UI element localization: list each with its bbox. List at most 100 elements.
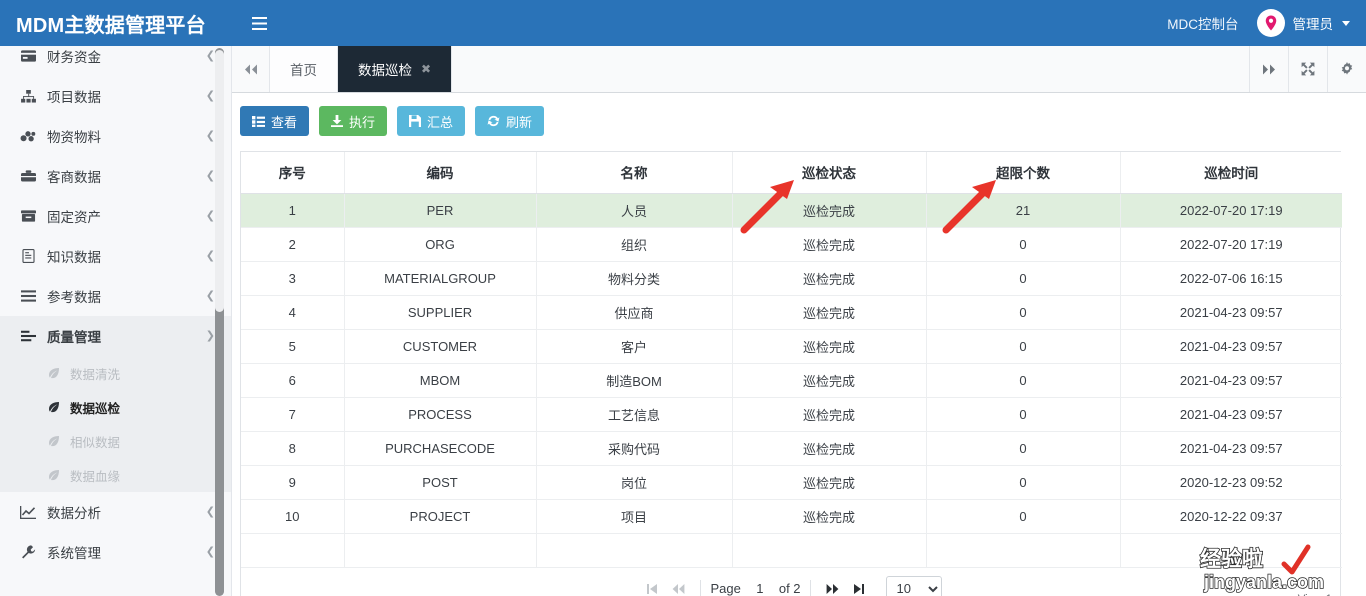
table-row[interactable]: 3 MATERIALGROUP 物料分类 巡检完成 0 2022-07-06 1… [241, 261, 1342, 296]
page-size-select[interactable]: 10 20 50 100 [885, 575, 942, 596]
table-row[interactable]: 1 PER 人员 巡检完成 21 2022-07-20 17:19 [241, 193, 1342, 228]
sidebar-item-caiwuzijin[interactable]: 财务资金 ❮ [0, 46, 231, 76]
mdc-console-link[interactable]: MDC控制台 [1167, 13, 1238, 33]
view-button[interactable]: 查看 [240, 106, 310, 136]
save-icon [409, 115, 422, 127]
table-row[interactable]: 5 CUSTOMER 客户 巡检完成 0 2021-04-23 09:57 [241, 329, 1342, 364]
page-first-icon[interactable] [639, 576, 665, 596]
sidebar-item-shujufenxi[interactable]: 数据分析 ❮ [0, 492, 231, 532]
button-label: 执行 [349, 114, 376, 130]
credit-card-icon [18, 50, 38, 62]
cell-over: 0 [926, 295, 1121, 330]
sidebar-item-label: 质量管理 [47, 330, 101, 345]
sidebar-subitem-shujuxueyuan[interactable]: 数据血缘 [0, 458, 231, 492]
cell-time: 2022-07-20 17:19 [1120, 227, 1342, 262]
button-label: 刷新 [506, 114, 533, 130]
page-input[interactable] [742, 577, 777, 596]
hamburger-icon[interactable] [246, 8, 272, 38]
user-menu[interactable]: 管理员 [1256, 9, 1350, 37]
cubes-icon [18, 130, 38, 143]
cell-over: 0 [926, 363, 1121, 398]
wrench-icon [18, 545, 38, 559]
archive-icon [18, 210, 38, 222]
sidebar-item-zhiliangguanli[interactable]: 质量管理 ❯ [0, 316, 231, 356]
cell-code: MATERIALGROUP [344, 261, 537, 296]
cell-no: 5 [241, 329, 345, 364]
user-name: 管理员 [1292, 17, 1334, 32]
execute-button[interactable]: 执行 [319, 106, 388, 136]
cell-over: 0 [926, 261, 1121, 296]
gear-icon[interactable] [1327, 46, 1366, 92]
brand: MDM主数据管理平台 [0, 0, 232, 46]
sidebar-item-xiangmushuju[interactable]: 项目数据 ❮ [0, 76, 231, 116]
column-header-xunjianshijian[interactable]: 巡检时间 [1120, 152, 1342, 194]
inspection-grid: 序号 编码 名称 巡检状态 超限个数 巡检时间 1 PER 人员 巡检完成 21 [240, 151, 1342, 596]
tab-label: 首页 [290, 63, 317, 78]
column-header-mingcheng[interactable]: 名称 [536, 152, 733, 194]
tab-shouye[interactable]: 首页 [270, 46, 338, 92]
table-row[interactable]: 4 SUPPLIER 供应商 巡检完成 0 2021-04-23 09:57 [241, 295, 1342, 330]
column-header-xunjianzhuangtai[interactable]: 巡检状态 [732, 152, 927, 194]
cell-name: 项目 [536, 499, 733, 534]
cell-status: 巡检完成 [732, 227, 927, 262]
chart-line-icon [18, 505, 38, 519]
close-icon[interactable]: ✖ [421, 62, 431, 76]
tab-scroll-container: 首页 数据巡检 ✖ [270, 46, 1249, 92]
sidebar-item-xitongguanli[interactable]: 系统管理 ❮ [0, 532, 231, 572]
table-filler-row [241, 533, 1342, 568]
page-next-icon[interactable] [820, 576, 846, 596]
cell-over: 0 [926, 397, 1121, 432]
table-row[interactable]: 8 PURCHASECODE 采购代码 巡检完成 0 2021-04-23 09… [241, 431, 1342, 466]
sidebar-scrollbar-thumb[interactable] [215, 50, 224, 312]
table-row[interactable]: 10 PROJECT 项目 巡检完成 0 2020-12-22 09:37 [241, 499, 1342, 534]
sidebar-item-keshangshuju[interactable]: 客商数据 ❮ [0, 156, 231, 196]
summary-button[interactable]: 汇总 [397, 106, 466, 136]
sidebar-subitem-label: 数据血缘 [70, 469, 121, 484]
double-chevron-left-icon[interactable] [232, 46, 270, 92]
expand-arrows-icon[interactable] [1288, 46, 1327, 92]
sidebar-item-zhishishuju[interactable]: 知识数据 ❮ [0, 236, 231, 276]
cell-code: PURCHASECODE [344, 431, 537, 466]
page-prev-icon[interactable] [665, 576, 691, 596]
sidebar-item-label: 客商数据 [47, 170, 101, 185]
sidebar-item-gudingzichan[interactable]: 固定资产 ❮ [0, 196, 231, 236]
leaf-icon [46, 367, 62, 379]
column-header-bianma[interactable]: 编码 [344, 152, 537, 194]
button-label: 汇总 [427, 114, 454, 130]
double-chevron-right-icon[interactable] [1249, 46, 1288, 92]
cell-name: 采购代码 [536, 431, 733, 466]
sidebar-item-cankaoshuju[interactable]: 参考数据 ❮ [0, 276, 231, 316]
refresh-button[interactable]: 刷新 [475, 106, 545, 136]
page-last-icon[interactable] [846, 576, 872, 596]
cell-code: SUPPLIER [344, 295, 537, 330]
inspection-table: 序号 编码 名称 巡检状态 超限个数 巡检时间 1 PER 人员 巡检完成 21 [241, 152, 1342, 568]
header-right: MDC控制台 管理员 [1167, 0, 1366, 46]
sidebar-subitem-xiangsishuju[interactable]: 相似数据 [0, 424, 231, 458]
table-row[interactable]: 7 PROCESS 工艺信息 巡检完成 0 2021-04-23 09:57 [241, 397, 1342, 432]
brand-title: MDM主数据管理平台 [16, 14, 206, 37]
cell-time: 2021-04-23 09:57 [1120, 363, 1342, 398]
column-header-chaoxiangeshu[interactable]: 超限个数 [926, 152, 1121, 194]
sidebar-item-wuziwuliao[interactable]: 物资物料 ❮ [0, 116, 231, 156]
sidebar-subitem-shujuqingxi[interactable]: 数据清洗 [0, 356, 231, 390]
tab-tools [1249, 46, 1366, 92]
table-row[interactable]: 2 ORG 组织 巡检完成 0 2022-07-20 17:19 [241, 227, 1342, 262]
tab-shujuxunjian[interactable]: 数据巡检 ✖ [338, 46, 453, 92]
chevron-down-icon: ❯ [205, 329, 215, 342]
cell-status: 巡检完成 [732, 363, 927, 398]
cell-over: 0 [926, 431, 1121, 466]
pagination: Page of 2 10 [241, 567, 1340, 596]
table-row[interactable]: 9 POST 岗位 巡检完成 0 2020-12-23 09:52 [241, 465, 1342, 500]
chevron-left-icon: ❮ [205, 545, 215, 558]
cell-status: 巡检完成 [732, 397, 927, 432]
cell-over: 0 [926, 227, 1121, 262]
briefcase-icon [18, 170, 38, 182]
column-header-xuhao[interactable]: 序号 [241, 152, 345, 194]
cell-status: 巡检完成 [732, 499, 927, 534]
chevron-down-icon[interactable] [1342, 20, 1350, 26]
sidebar-subitem-shujuxunjian[interactable]: 数据巡检 [0, 390, 231, 424]
table-row[interactable]: 6 MBOM 制造BOM 巡检完成 0 2021-04-23 09:57 [241, 363, 1342, 398]
cell-over: 0 [926, 329, 1121, 364]
cell-no: 9 [241, 465, 345, 500]
cell-status: 巡检完成 [732, 193, 927, 228]
